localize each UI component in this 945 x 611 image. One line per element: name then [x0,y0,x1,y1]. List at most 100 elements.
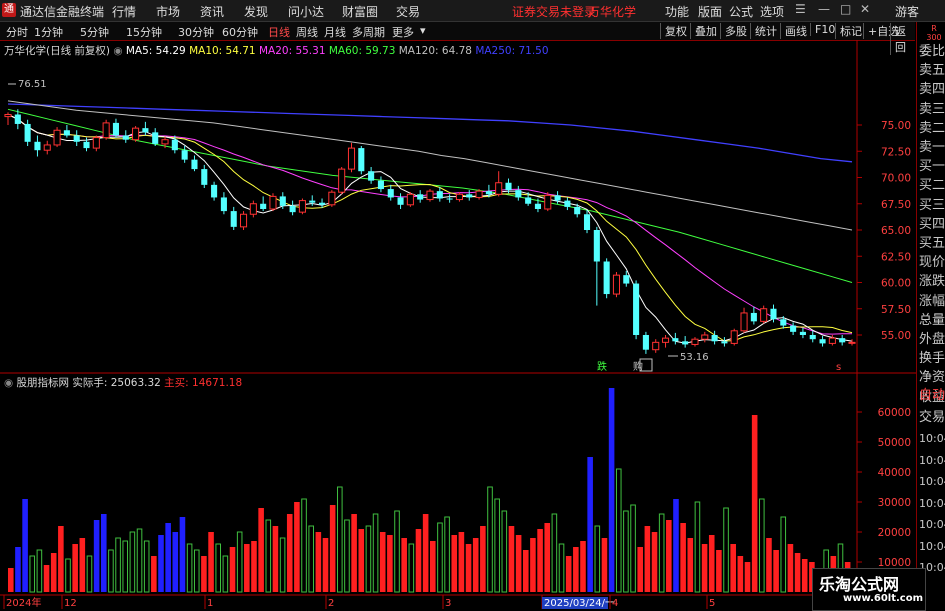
trade-time-entry[interactable]: 10:04 [919,515,945,535]
menu-xuanxiang[interactable]: 选项 [760,3,784,20]
candle-body [760,308,768,322]
quote-field-label[interactable]: 卖四 [919,80,945,100]
volume-bar [244,544,250,592]
volume-bar [215,543,222,593]
volume-bar [601,538,608,592]
quote-field-label[interactable]: 买五 [919,234,945,254]
candle-body [711,335,718,342]
menu-wenxiaoda[interactable]: 问小达 [288,3,324,20]
volume-bar [201,556,207,592]
quote-field-label[interactable]: 涨幅 [919,292,945,312]
candle-body [612,274,621,295]
trade-time-entry[interactable]: 10:04 [919,494,945,514]
period-5min[interactable]: 5分钟 [80,24,109,40]
trade-time-entry[interactable]: 10:04 [919,537,945,557]
btn-f10[interactable]: F10 [810,23,835,36]
quote-field-label[interactable]: 换手 [919,349,945,369]
btn-biaoji[interactable]: 标记 [835,23,862,39]
trade-time-entry[interactable]: 10:04 [919,451,945,471]
menu-hangqing[interactable]: 行情 [112,3,136,20]
menu-faxian[interactable]: 发现 [244,3,268,20]
candle-body [269,195,277,210]
price-tick-label: 67.50 [881,199,911,211]
menu-zixun[interactable]: 资讯 [200,3,224,20]
quote-field-label[interactable]: 卖三 [919,100,945,120]
quote-field-label[interactable]: 买三 [919,196,945,216]
btn-tongji[interactable]: 统计 [750,23,777,39]
candle-body [583,214,591,230]
menu-button-icon[interactable]: ☰ [795,2,806,16]
period-fenshi[interactable]: 分时 [6,24,28,40]
trade-time-entry[interactable]: 10:04 [919,472,945,492]
period-60min[interactable]: 60分钟 [222,24,258,40]
title-bar: 通 通达信金融终端 行情 市场 资讯 发现 问小达 财富圈 交易 证券交易未登录… [0,0,945,22]
volume-bar [773,550,779,592]
period-more[interactable]: 更多 [392,24,414,40]
kline-chart[interactable]: 75.00 72.50 70.00 67.50 65.00 62.50 60.00 57.50… [0,40,916,609]
watermark-title: 乐淘公式网 [819,575,900,594]
menu-banmian[interactable]: 版面 [698,3,722,20]
btn-huaxian[interactable]: 画线 [780,23,807,39]
watermark: 乐淘公式网 www.60lt.com [812,568,926,611]
period-daily[interactable]: 日线 [268,24,290,40]
period-multi[interactable]: 多周期 [352,24,385,40]
volume-bar [236,531,243,593]
menu-jiaoyi[interactable]: 交易 [396,3,420,20]
candle-body [436,191,443,199]
menu-gongshi[interactable]: 公式 [729,3,753,20]
quote-field-label[interactable]: 外盘 [919,330,945,350]
trade-time-entry[interactable]: 10:04 [919,429,945,449]
chevron-down-icon[interactable]: ▾ [420,24,426,37]
quote-field-label[interactable]: 涨跌 [919,272,945,292]
auto-trade-label[interactable]: 自动 [919,386,945,406]
btn-duogu[interactable]: 多股 [720,23,747,39]
volume-bar [258,508,264,592]
candle-body [721,341,728,344]
quote-field-label[interactable]: 买一 [919,157,945,177]
btn-diejia[interactable]: 叠加 [690,23,717,39]
period-30min[interactable]: 30分钟 [178,24,214,40]
guest-label[interactable]: 游客 [895,3,919,20]
trade-login-notice[interactable]: 证券交易未登录 [512,3,596,20]
menu-caifuquan[interactable]: 财富圈 [342,3,378,20]
quote-field-label[interactable]: 卖五 [919,61,945,81]
candle-body [495,182,503,195]
period-15min[interactable]: 15分钟 [126,24,162,40]
ma120-line [7,100,853,231]
volume-bar [759,498,765,593]
close-icon[interactable]: ✕ [860,2,870,16]
period-monthly[interactable]: 月线 [324,24,346,40]
volume-bar [301,498,307,593]
quote-field-label[interactable]: 卖二 [919,119,945,139]
candle-body [112,122,119,136]
quote-field-label[interactable]: 委比 [919,42,945,62]
volume-bar [29,555,36,593]
candle-body [780,319,787,326]
minimize-icon[interactable]: — [818,2,830,16]
quote-field-label[interactable]: 买二 [919,176,945,196]
menu-shichang[interactable]: 市场 [156,3,180,20]
period-weekly[interactable]: 周线 [296,24,318,40]
candle-body [230,211,237,227]
btn-fuquan[interactable]: 复权 [660,23,687,39]
volume-bar [279,537,286,593]
candle-body [682,341,689,345]
quote-field-label[interactable]: 现价 [919,253,945,273]
volume-bar [723,507,729,593]
candle-body [701,334,709,340]
date-tick-label: 4 [612,598,618,609]
menu-gongneng[interactable]: 功能 [665,3,689,20]
candle-body [417,194,424,200]
period-1min[interactable]: 1分钟 [34,24,63,40]
volume-bar [472,538,479,592]
volume-bar [36,549,43,593]
quote-field-label[interactable]: 总量 [919,311,945,331]
quote-field-label[interactable]: 买四 [919,215,945,235]
auto-trade-label[interactable]: 交易 [919,408,945,428]
volume-bar [337,486,343,593]
candle-body [848,341,856,344]
volume-bar [193,549,200,593]
quote-field-label[interactable]: 卖一 [919,138,945,158]
volume-bar [637,547,644,592]
maximize-icon[interactable]: □ [840,2,851,16]
